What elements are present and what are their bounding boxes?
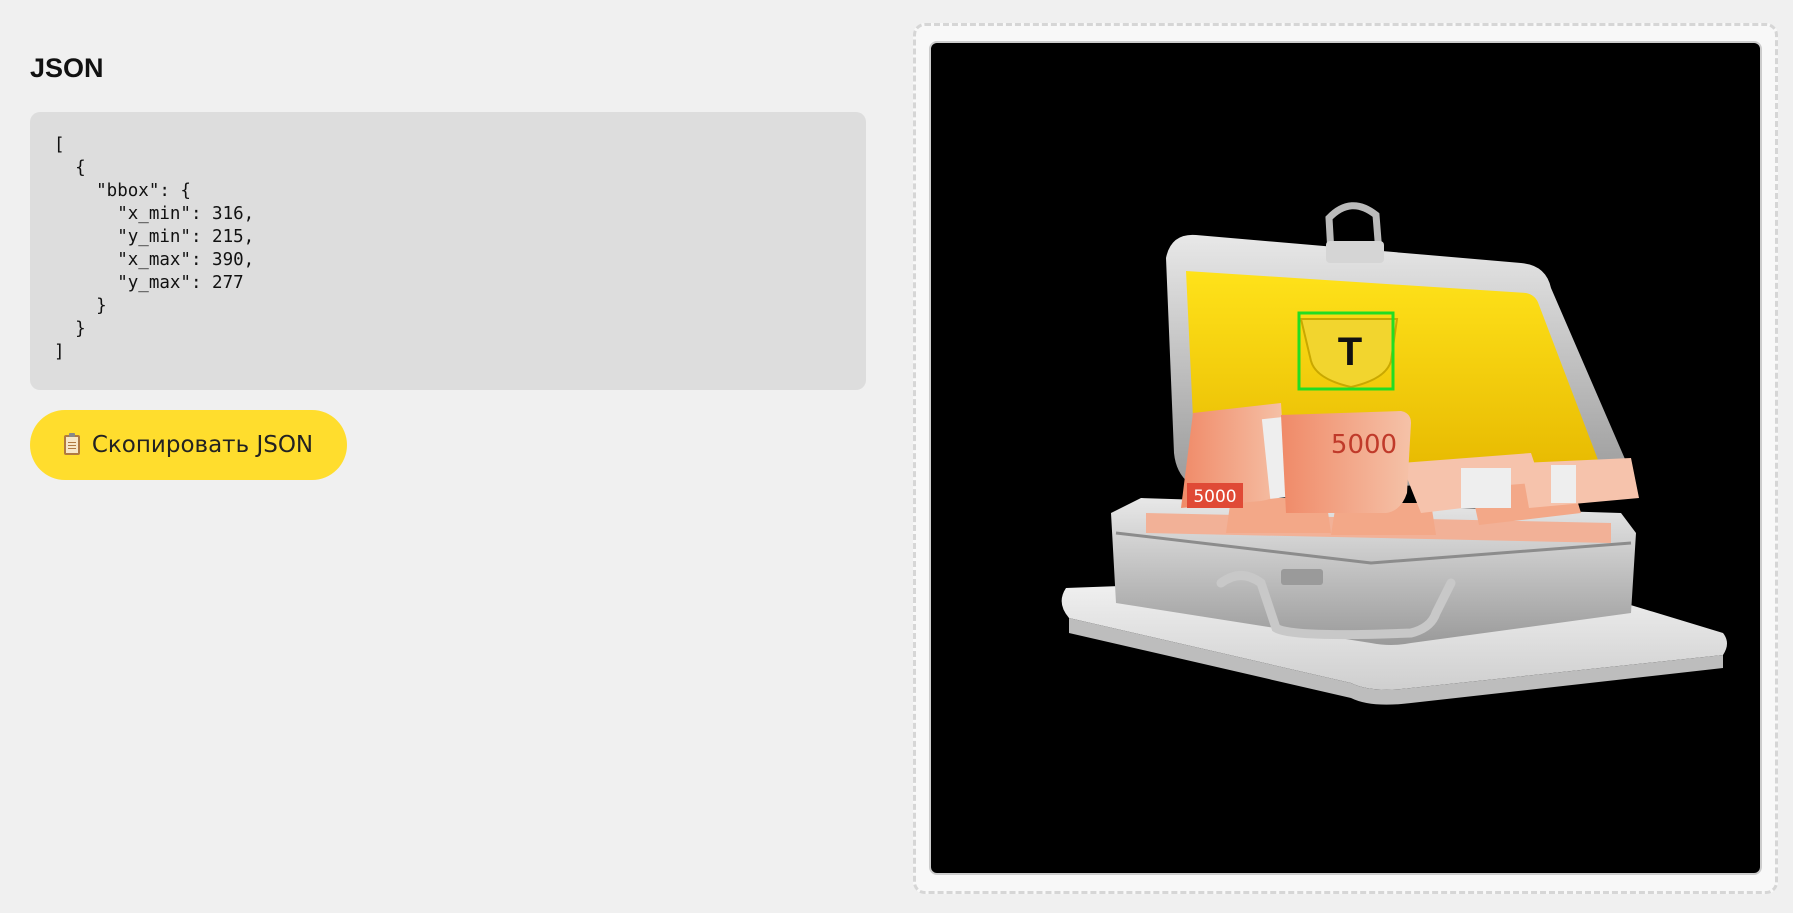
image-preview-frame: Т 5000 5000 <box>913 23 1778 894</box>
banknote-value: 5000 <box>1193 487 1236 507</box>
banknote-bundle-right: 5000 <box>1281 411 1411 513</box>
banknote-value-2: 5000 <box>1331 430 1397 460</box>
logo-letter: Т <box>1338 330 1362 374</box>
json-text[interactable]: [ { "bbox": { "x_min": 316, "y_min": 215… <box>54 134 842 364</box>
copy-json-button[interactable]: Скопировать JSON <box>30 410 347 480</box>
json-panel: JSON [ { "bbox": { "x_min": 316, "y_min"… <box>30 50 866 480</box>
briefcase-image: Т 5000 5000 <box>1061 202 1727 705</box>
copy-json-label: Скопировать JSON <box>91 432 314 458</box>
json-code-block[interactable]: [ { "bbox": { "x_min": 316, "y_min": 215… <box>30 112 866 390</box>
page-title: JSON <box>30 53 104 83</box>
image-preview: Т 5000 5000 <box>929 41 1762 875</box>
clipboard-icon <box>63 433 80 455</box>
banknote-bundle-left: 5000 <box>1181 403 1291 508</box>
